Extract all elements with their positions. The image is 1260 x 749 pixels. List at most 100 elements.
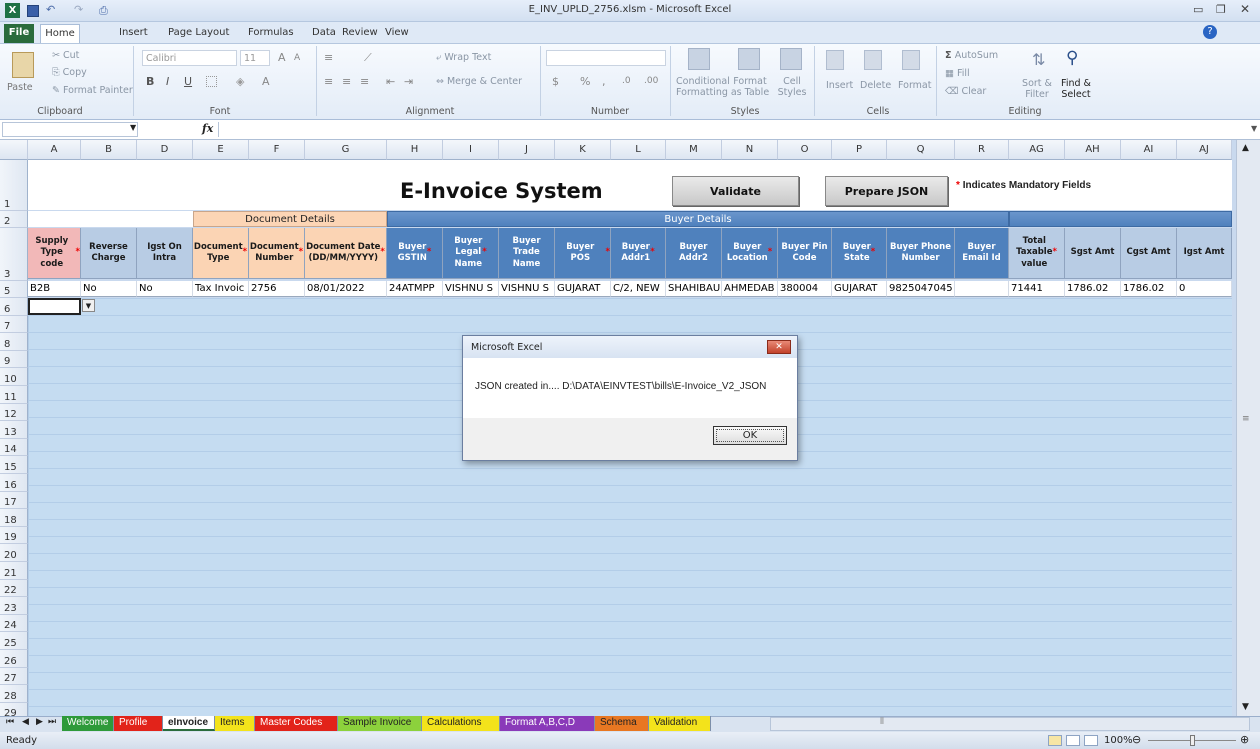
- data-cell-aj[interactable]: 0: [1177, 281, 1232, 297]
- delete-cells-button[interactable]: Delete: [860, 80, 891, 91]
- name-box-dropdown-icon[interactable]: ▼: [130, 123, 136, 132]
- decrease-indent-icon[interactable]: ⇤: [386, 75, 395, 88]
- tab-first-icon[interactable]: ⏮: [6, 717, 14, 727]
- wrap-text-button[interactable]: ⤶ Wrap Text: [436, 52, 491, 63]
- column-header-ai[interactable]: AI: [1121, 140, 1177, 160]
- row-header-22[interactable]: 22: [0, 579, 28, 598]
- column-header-n[interactable]: N: [722, 140, 778, 160]
- normal-view-icon[interactable]: [1048, 735, 1062, 746]
- prepare-json-button[interactable]: Prepare JSON: [825, 176, 948, 206]
- row-header-18[interactable]: 18: [0, 509, 28, 527]
- clear-button[interactable]: ⌫ Clear: [945, 86, 986, 97]
- column-header-k[interactable]: K: [555, 140, 611, 160]
- column-header-e[interactable]: E: [193, 140, 249, 160]
- underline-icon[interactable]: U: [184, 75, 192, 88]
- increase-indent-icon[interactable]: ⇥: [404, 75, 413, 88]
- row-header-19[interactable]: 19: [0, 526, 28, 545]
- row-header-2[interactable]: 2: [0, 211, 28, 228]
- field-header-d[interactable]: Igst On Intra: [137, 228, 193, 279]
- help-icon[interactable]: ?: [1203, 25, 1217, 39]
- row-header-28[interactable]: 28: [0, 685, 28, 703]
- row-header-11[interactable]: 11: [0, 386, 28, 404]
- fill-button[interactable]: ▦ Fill: [945, 68, 970, 79]
- percent-icon[interactable]: %: [580, 75, 590, 88]
- font-size-select[interactable]: 11: [240, 50, 270, 66]
- field-header-ah[interactable]: Sgst Amt: [1065, 228, 1121, 279]
- restore-icon[interactable]: ❐: [1216, 3, 1226, 16]
- row-header-6[interactable]: 6: [0, 298, 28, 316]
- row-header-14[interactable]: 14: [0, 438, 28, 457]
- column-header-q[interactable]: Q: [887, 140, 955, 160]
- currency-icon[interactable]: $: [552, 75, 559, 88]
- sheet-tab-welcome[interactable]: Welcome: [62, 716, 114, 731]
- tab-insert[interactable]: Insert: [119, 24, 148, 43]
- row-header-24[interactable]: 24: [0, 614, 28, 633]
- conditional-formatting-icon[interactable]: [688, 48, 710, 70]
- cell-styles-button[interactable]: Cell Styles: [776, 76, 808, 98]
- cell-styles-icon[interactable]: [780, 48, 802, 70]
- align-left-icon[interactable]: ≡: [324, 75, 333, 88]
- paste-icon[interactable]: [12, 52, 34, 78]
- cell-dropdown-icon[interactable]: ▼: [82, 299, 95, 312]
- data-cell-f[interactable]: 2756: [249, 281, 305, 297]
- sheet-tab-format-a-b-c-d[interactable]: Format A,B,C,D: [500, 716, 595, 731]
- row-header-3[interactable]: 3: [0, 228, 28, 281]
- data-cell-i[interactable]: VISHNU S: [443, 281, 499, 297]
- data-cell-ag[interactable]: 71441: [1009, 281, 1065, 297]
- column-header-h[interactable]: H: [387, 140, 443, 160]
- column-header-a[interactable]: A: [28, 140, 81, 160]
- grow-font-icon[interactable]: A: [278, 51, 286, 64]
- data-cell-g[interactable]: 08/01/2022: [305, 281, 387, 297]
- tab-last-icon[interactable]: ⏭: [48, 717, 56, 727]
- data-cell-ai[interactable]: 1786.02: [1121, 281, 1177, 297]
- row-header-13[interactable]: 13: [0, 421, 28, 439]
- active-cell[interactable]: [28, 298, 81, 315]
- data-cell-n[interactable]: AHMEDAB: [722, 281, 778, 297]
- increase-decimal-icon[interactable]: .0: [622, 76, 631, 86]
- tab-next-icon[interactable]: ▶: [36, 717, 43, 727]
- tab-file[interactable]: File: [4, 24, 34, 43]
- field-header-j[interactable]: Buyer Trade Name: [499, 228, 555, 279]
- row-header-27[interactable]: 27: [0, 667, 28, 686]
- tab-home[interactable]: Home: [40, 24, 80, 43]
- column-header-j[interactable]: J: [499, 140, 555, 160]
- sheet-tab-sample-invoice[interactable]: Sample Invoice: [338, 716, 422, 731]
- row-header-7[interactable]: 7: [0, 315, 28, 334]
- row-header-15[interactable]: 15: [0, 456, 28, 474]
- orientation-icon[interactable]: ⟋: [364, 51, 372, 65]
- field-header-k[interactable]: Buyer POS *: [555, 228, 611, 279]
- data-cell-e[interactable]: Tax Invoic: [193, 281, 249, 297]
- italic-icon[interactable]: I: [166, 75, 169, 88]
- tab-review[interactable]: Review: [342, 24, 378, 43]
- sheet-tab-master-codes[interactable]: Master Codes: [255, 716, 338, 731]
- font-color-icon[interactable]: A: [262, 75, 270, 88]
- sheet-tab-validation[interactable]: Validation: [649, 716, 711, 731]
- row-header-23[interactable]: 23: [0, 597, 28, 615]
- row-header-12[interactable]: 12: [0, 403, 28, 422]
- tab-data[interactable]: Data: [312, 24, 336, 43]
- data-cell-j[interactable]: VISHNU S: [499, 281, 555, 297]
- column-header-m[interactable]: M: [666, 140, 722, 160]
- minimize-icon[interactable]: ▭: [1193, 3, 1203, 16]
- tab-page-layout[interactable]: Page Layout: [168, 24, 229, 43]
- field-header-i[interactable]: Buyer Legal Name *: [443, 228, 499, 279]
- tab-formulas[interactable]: Formulas: [248, 24, 294, 43]
- row-header-10[interactable]: 10: [0, 368, 28, 386]
- format-table-icon[interactable]: [738, 48, 760, 70]
- row-header-25[interactable]: 25: [0, 632, 28, 650]
- field-header-q[interactable]: Buyer Phone Number: [887, 228, 955, 279]
- data-cell-a[interactable]: B2B: [28, 281, 81, 297]
- sort-filter-icon[interactable]: ⇅: [1032, 50, 1045, 69]
- column-header-f[interactable]: F: [249, 140, 305, 160]
- paste-button[interactable]: Paste: [7, 82, 33, 93]
- field-header-g[interactable]: Document Date (DD/MM/YYYY) *: [305, 228, 387, 279]
- column-header-d[interactable]: D: [137, 140, 193, 160]
- field-header-o[interactable]: Buyer Pin Code: [778, 228, 832, 279]
- bold-icon[interactable]: B: [146, 75, 154, 88]
- close-icon[interactable]: ✕: [1240, 2, 1250, 16]
- sheet-tab-einvoice[interactable]: eInvoice: [163, 716, 215, 731]
- column-header-b[interactable]: B: [81, 140, 137, 160]
- hscroll-grip-icon[interactable]: ⦀: [880, 717, 884, 727]
- row-header-17[interactable]: 17: [0, 491, 28, 510]
- sheet-tab-schema[interactable]: Schema: [595, 716, 649, 731]
